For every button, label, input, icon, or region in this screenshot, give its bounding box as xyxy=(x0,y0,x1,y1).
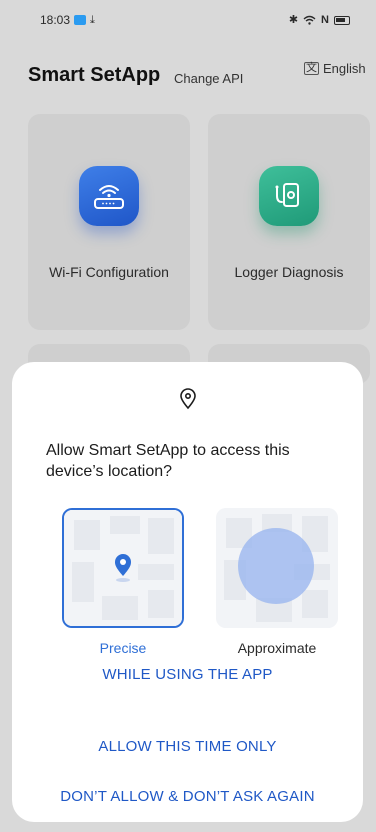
status-time: 18:03 xyxy=(40,13,71,27)
precise-location-option[interactable]: Precise xyxy=(62,508,184,656)
location-pin-icon xyxy=(179,388,196,410)
card-label: Logger Diagnosis xyxy=(234,264,344,280)
status-bar: 18:03 ⤓ ✱ N xyxy=(0,0,376,40)
change-api-button[interactable]: Change API xyxy=(174,71,243,86)
logger-diagnosis-card[interactable]: Logger Diagnosis xyxy=(208,114,370,330)
language-label: English xyxy=(323,61,366,76)
wifi-icon xyxy=(303,15,316,25)
router-icon xyxy=(79,166,139,226)
wifi-configuration-card[interactable]: Wi-Fi Configuration xyxy=(28,114,190,330)
logger-icon xyxy=(259,166,319,226)
precise-map-preview xyxy=(62,508,184,628)
allow-this-time-button[interactable]: ALLOW THIS TIME ONLY xyxy=(12,738,363,755)
status-left: 18:03 ⤓ xyxy=(40,13,95,27)
location-permission-dialog: Allow Smart SetApp to access this device… xyxy=(12,362,363,822)
app-notification-icon xyxy=(74,15,87,25)
card-label: Wi-Fi Configuration xyxy=(49,264,169,280)
dont-allow-button[interactable]: DON’T ALLOW & DON’T ASK AGAIN xyxy=(12,788,363,805)
approximate-map-preview xyxy=(216,508,338,628)
precise-label: Precise xyxy=(99,640,147,656)
battery-icon xyxy=(334,15,350,25)
approximate-label: Approximate xyxy=(237,640,317,656)
dialog-title: Allow Smart SetApp to access this device… xyxy=(46,442,290,480)
language-button[interactable]: 文 English xyxy=(304,61,366,76)
while-using-app-button[interactable]: WHILE USING THE APP xyxy=(12,666,363,683)
app-title: Smart SetApp xyxy=(28,64,161,86)
approximate-location-option[interactable]: Approximate xyxy=(216,508,338,656)
download-icon: ⤓ xyxy=(90,13,95,26)
app-header: Smart SetApp Change API 文 English xyxy=(0,56,376,96)
bluetooth-icon: ✱ xyxy=(288,13,299,26)
status-right: ✱ N xyxy=(288,13,350,26)
translate-icon: 文 xyxy=(304,62,319,75)
nfc-icon: N xyxy=(321,13,329,26)
